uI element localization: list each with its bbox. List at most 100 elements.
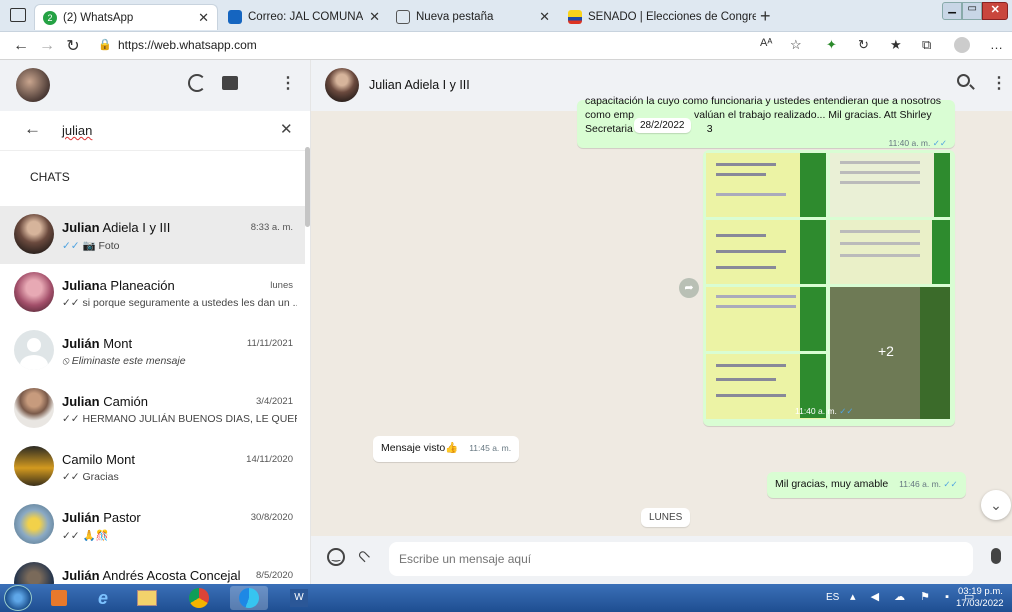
refresh-extension-icon[interactable]: ↻ xyxy=(858,37,869,53)
contact-name[interactable]: Julian Adiela I y III xyxy=(369,78,470,92)
reload-icon[interactable]: ↻ xyxy=(60,36,86,56)
favorites-icon[interactable]: ★ xyxy=(890,37,902,53)
message-input[interactable] xyxy=(389,542,973,576)
status-icon[interactable] xyxy=(188,74,206,92)
maximize-button[interactable]: ▭ xyxy=(962,2,983,20)
chat-list-scrollbar[interactable] xyxy=(305,147,310,227)
document-thumbnail[interactable] xyxy=(830,220,950,284)
default-avatar-icon xyxy=(14,330,54,370)
close-icon[interactable]: ✕ xyxy=(198,10,209,26)
new-tab-button[interactable]: + xyxy=(760,6,771,27)
outlook-taskbar-icon[interactable] xyxy=(40,586,78,610)
chat-item[interactable]: Julián Andrés Acosta Concejal 8/5/2020 xyxy=(0,554,305,584)
forward-icon[interactable]: → xyxy=(34,37,60,55)
window-controls: ▁ ▭ ✕ xyxy=(942,2,1009,20)
back-arrow-icon[interactable]: ← xyxy=(24,119,41,139)
document-thumbnail[interactable]: +2 xyxy=(830,287,950,419)
settings-more-icon[interactable]: … xyxy=(990,37,1003,52)
url-field[interactable]: https://web.whatsapp.com xyxy=(118,38,257,52)
window-menu-icon[interactable] xyxy=(10,8,26,22)
close-window-button[interactable]: ✕ xyxy=(982,2,1009,20)
favorites-add-icon[interactable]: ☆ xyxy=(790,37,802,53)
back-icon[interactable]: ← xyxy=(8,37,34,55)
new-chat-icon[interactable] xyxy=(222,76,238,90)
lock-icon: 🔒 xyxy=(98,39,112,51)
chat-name: Julián Pastor xyxy=(62,510,141,525)
mic-icon[interactable] xyxy=(991,548,1001,564)
chat-name: Juliana Planeación xyxy=(62,278,175,293)
close-icon[interactable]: ✕ xyxy=(369,9,380,25)
profile-icon[interactable] xyxy=(954,37,970,53)
chat-date: 11/11/2021 xyxy=(246,338,293,349)
chat-item[interactable]: Julian Adiela I y III 8:33 a. m. ✓✓ 📷 Fo… xyxy=(0,206,305,264)
page-favicon-icon xyxy=(396,10,410,24)
minimize-button[interactable]: ▁ xyxy=(942,2,963,20)
menu-dots-icon[interactable]: ⋮ xyxy=(280,73,296,93)
forward-icon[interactable]: ➦ xyxy=(679,278,699,298)
address-bar: ← → ↻ 🔒 https://web.whatsapp.com Aᴬ ☆ ✦ … xyxy=(0,32,1012,60)
close-icon[interactable]: ✕ xyxy=(539,9,550,25)
clock-date[interactable]: 17/03/2022 xyxy=(956,598,1004,609)
avatar xyxy=(14,562,54,584)
tab-new[interactable]: Nueva pestaña ✕ xyxy=(388,4,558,30)
collections-icon[interactable]: ⧉ xyxy=(922,37,931,53)
search-icon-handle xyxy=(969,84,975,90)
word-taskbar-icon[interactable]: W xyxy=(280,586,318,610)
ie-taskbar-icon[interactable]: e xyxy=(84,586,122,610)
windows-taskbar: e W ES ▴ ◀ ☁ ⚑ ▪ ▭ 03:19 p.m. 17/03/2022 xyxy=(0,584,1012,612)
chrome-taskbar-icon[interactable] xyxy=(180,586,218,610)
chat-date: lunes xyxy=(270,280,293,291)
document-thumbnail[interactable] xyxy=(706,220,826,284)
date-separator: LUNES xyxy=(641,508,691,527)
tab-whatsapp[interactable]: 2 (2) WhatsApp ✕ xyxy=(34,4,218,30)
document-thumbnail[interactable] xyxy=(706,287,826,351)
whatsapp-favicon-icon: 2 xyxy=(43,10,57,25)
message-bubble-incoming: Mensaje visto👍 11:45 a. m. xyxy=(373,436,520,462)
more-images-count: +2 xyxy=(878,343,894,359)
tab-senado[interactable]: SENADO | Elecciones de Congre ✕ xyxy=(560,4,756,30)
chat-item[interactable]: Juliana Planeación lunes ✓✓ si porque se… xyxy=(0,264,305,322)
explorer-taskbar-icon[interactable] xyxy=(128,586,166,610)
menu-dots-icon[interactable]: ⋮ xyxy=(991,73,1007,93)
chat-item[interactable]: Julián Pastor 30/8/2020 ✓✓ 🙏🎊 xyxy=(0,496,305,554)
my-avatar[interactable] xyxy=(16,68,50,102)
document-thumbnail[interactable] xyxy=(830,153,950,217)
chat-date: 8:33 a. m. xyxy=(250,222,293,233)
emoji-icon[interactable]: ‿ xyxy=(327,548,345,566)
whatsapp-app: ⋮ ← julian ✕ CHATS Julian Adiela I y III… xyxy=(0,60,1012,584)
clear-search-icon[interactable]: ✕ xyxy=(280,120,293,138)
tab-outlook[interactable]: Correo: JAL COMUNA 3 - Outloo ✕ xyxy=(220,4,388,30)
chat-item[interactable]: Julian Camión 3/4/2021 ✓✓ HERMANO JULIÁN… xyxy=(0,380,305,438)
clock-time[interactable]: 03:19 p.m. xyxy=(958,586,1003,597)
edge-taskbar-icon[interactable] xyxy=(230,586,268,610)
chat-name: Julián Andrés Acosta Concejal xyxy=(62,568,241,583)
paperclip-icon[interactable]: ⊂ xyxy=(352,544,376,568)
extension-icon[interactable]: ✦ xyxy=(826,37,837,53)
contact-avatar[interactable] xyxy=(325,68,359,102)
avatar xyxy=(14,388,54,428)
tab-label: (2) WhatsApp xyxy=(63,11,134,24)
message-time: 11:40 a. m. ✓✓ xyxy=(888,138,947,148)
chat-preview: ✓✓ Gracias xyxy=(62,471,119,483)
chat-date: 14/11/2020 xyxy=(246,454,293,465)
scroll-down-button[interactable]: ⌄ xyxy=(981,490,1011,520)
chat-item[interactable]: Camilo Mont 14/11/2020 ✓✓ Gracias xyxy=(0,438,305,496)
message-text: Mensaje visto👍 xyxy=(381,442,459,454)
image-album-bubble[interactable]: +2 11:40 a. m. ✓✓ xyxy=(703,150,955,426)
language-indicator[interactable]: ES xyxy=(826,592,839,603)
outlook-favicon-icon xyxy=(228,10,242,24)
message-time: 11:40 a. m. ✓✓ xyxy=(795,406,854,416)
conversation-panel: Julian Adiela I y III ⋮ capacitación la … xyxy=(311,60,1012,584)
read-aloud-icon[interactable]: Aᴬ xyxy=(760,37,772,49)
search-input[interactable]: julian xyxy=(62,123,92,138)
chat-preview: ✓✓ 📷 Foto xyxy=(62,240,120,252)
chat-date: 8/5/2020 xyxy=(256,570,293,581)
avatar xyxy=(14,272,54,312)
chat-item[interactable]: Julián Mont 11/11/2021 ⦸ Eliminaste este… xyxy=(0,322,305,380)
start-button-icon[interactable] xyxy=(4,585,32,611)
avatar xyxy=(14,446,54,486)
browser-tab-bar: 2 (2) WhatsApp ✕ Correo: JAL COMUNA 3 - … xyxy=(0,0,1012,32)
chat-name: Julian Adiela I y III xyxy=(62,220,171,235)
chats-section-label: CHATS xyxy=(30,170,70,184)
document-thumbnail[interactable] xyxy=(706,153,826,217)
